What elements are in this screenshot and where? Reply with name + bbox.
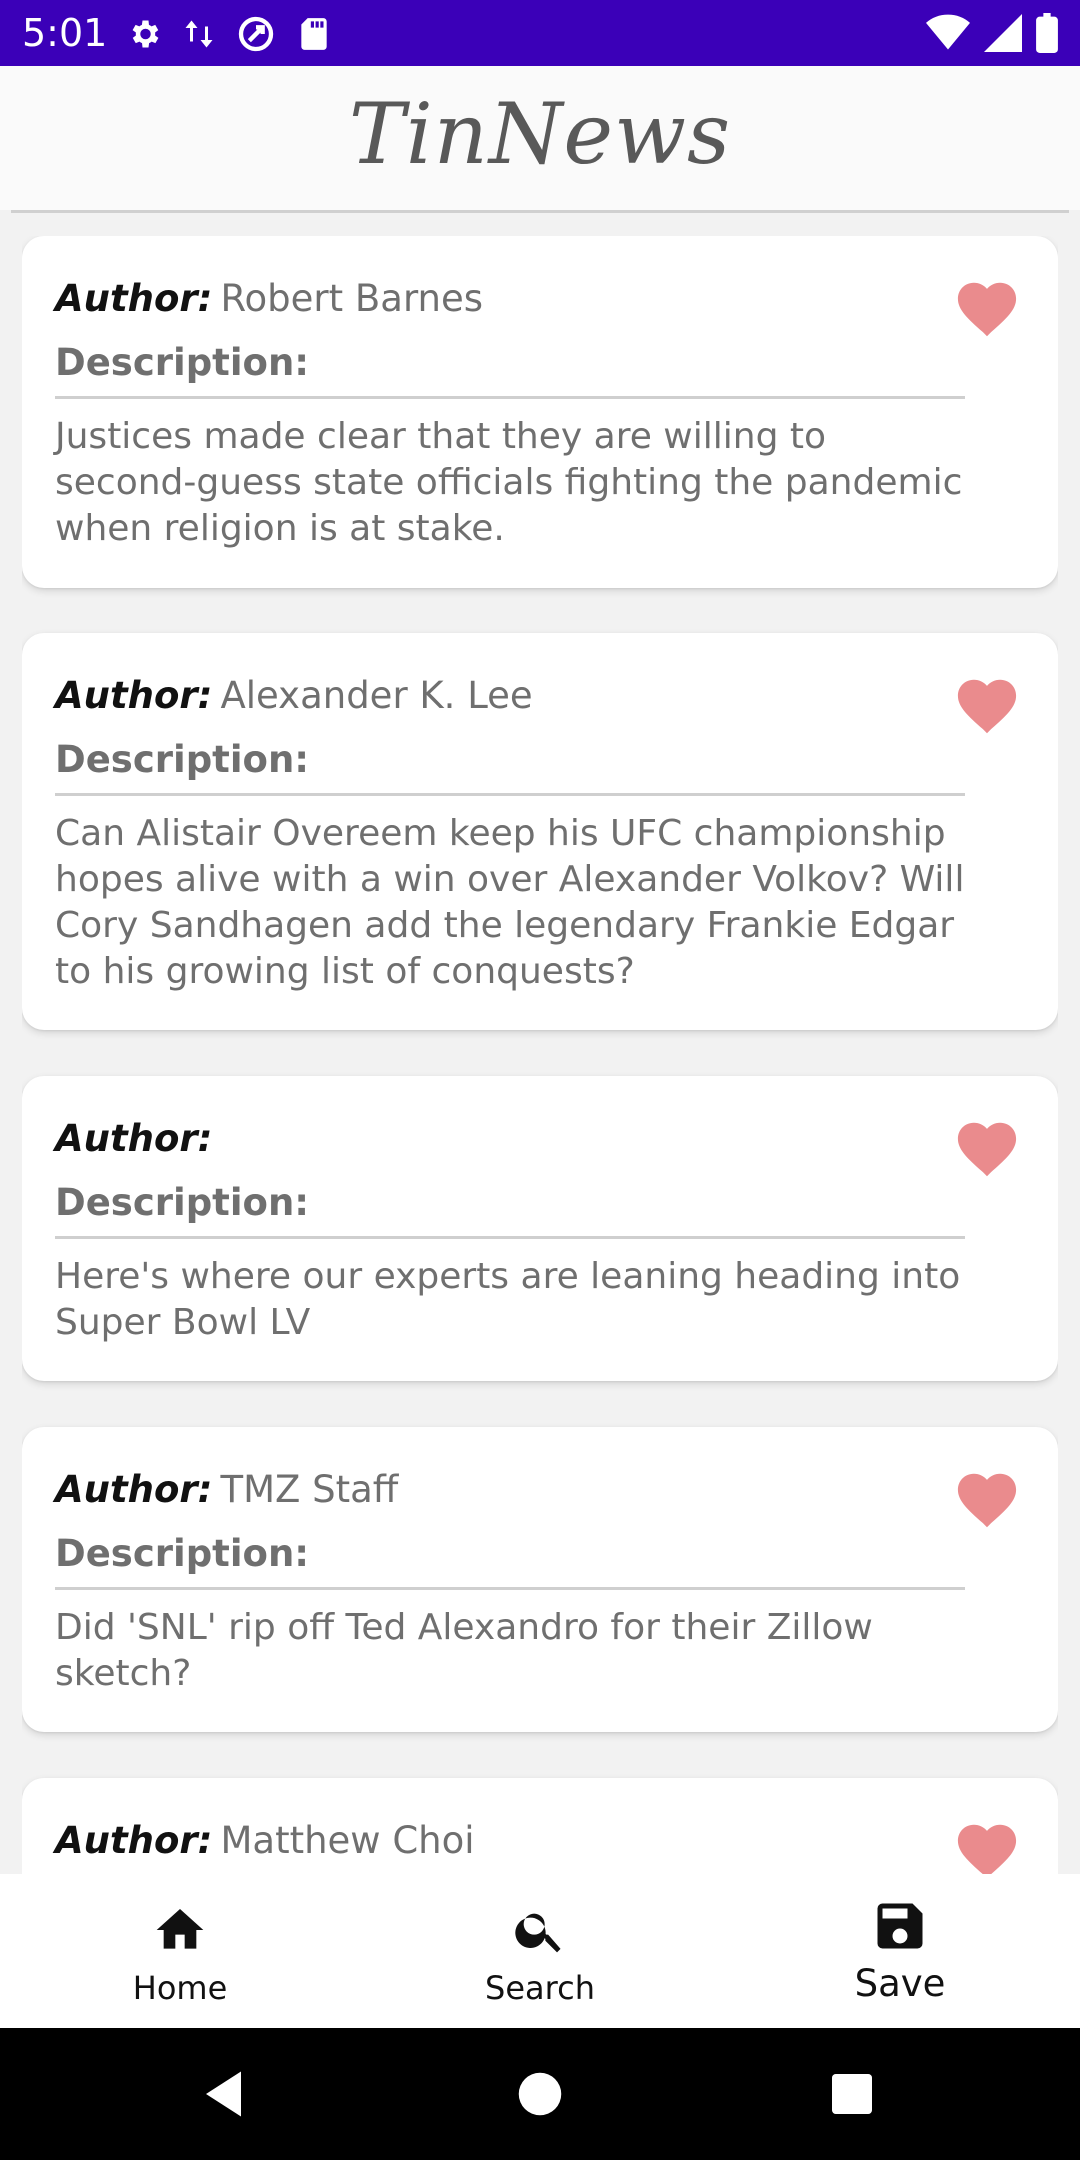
author-row: Author: Robert Barnes [55,276,483,322]
save-icon [720,1896,1080,1952]
author-label: Author: [55,674,213,717]
nav-save-label: Save [854,1962,946,2005]
description-text: Did 'SNL' rip off Ted Alexandro for thei… [55,1607,873,1694]
nav-search-label: Search [485,1969,595,2007]
vpn-icon [236,14,276,54]
author-label: Author: [55,277,213,320]
favorite-heart-icon[interactable] [952,274,1022,338]
home-icon [0,1902,360,1958]
status-time: 5:01 [22,11,108,55]
battery-icon [1036,13,1058,53]
author-label: Author: [55,1819,213,1862]
description-label: Description: [55,738,310,781]
recents-icon[interactable] [822,2064,882,2124]
author-row: Author: [55,1116,220,1162]
nav-search[interactable]: Search [360,1874,720,2028]
home-circle-icon[interactable] [510,2064,570,2124]
favorite-heart-icon[interactable] [952,1465,1022,1529]
news-card[interactable]: Author: Robert Barnes Description: Justic… [22,236,1058,588]
nav-home-label: Home [132,1969,228,2007]
status-icons-right [926,12,1058,54]
sd-card-icon [298,15,330,53]
news-card[interactable]: Author:Matthew Choi Description: [22,1778,1058,1874]
description-label: Description: [55,1532,310,1575]
data-transfer-icon [184,16,214,52]
card-divider [55,793,965,796]
status-bar: 5:01 [0,0,1080,66]
screen: 5:01 TinNews Author: Robert Barnes Descr… [0,0,1080,2160]
author-value: Matthew Choi [220,1819,475,1862]
news-card[interactable]: Author: Alexander K. Lee Description: Can… [22,633,1058,1030]
bottom-navigation: Home Search Save [0,1874,1080,2028]
author-label: Author: [55,1117,213,1160]
app-title: TinNews [348,85,732,183]
nav-home[interactable]: Home [0,1874,360,2028]
card-divider [55,1236,965,1239]
description-text: Can Alistair Overeem keep his UFC champi… [55,813,965,992]
status-icons-left [126,14,330,54]
author-value: Robert Barnes [220,277,483,320]
favorite-heart-icon[interactable] [952,1816,1022,1874]
wifi-icon [926,14,970,52]
settings-icon [126,16,162,52]
nav-save[interactable]: Save [720,1874,1080,2028]
favorite-heart-icon[interactable] [952,1114,1022,1178]
app-bar-divider [11,210,1069,213]
author-label: Author: [55,1468,213,1511]
news-feed[interactable]: Author: Robert Barnes Description: Justic… [22,236,1058,1874]
description-label: Description: [55,1181,310,1224]
signal-icon [984,14,1022,52]
search-icon [360,1902,720,1958]
system-navigation-bar [0,2028,1080,2160]
card-divider [55,396,965,399]
description-label: Description: [55,341,310,384]
card-divider [55,1587,965,1590]
news-card[interactable]: Author: TMZ Staff Description: Did 'SNL' … [22,1427,1058,1732]
news-card[interactable]: Author: Description: Here's where our ex… [22,1076,1058,1381]
back-icon[interactable] [196,2064,256,2124]
author-value: Alexander K. Lee [220,674,533,717]
author-row: Author: Matthew Choi [55,1818,475,1864]
description-text: Here's where our experts are leaning hea… [55,1256,961,1343]
author-row: Author: TMZ Staff [55,1467,398,1513]
favorite-heart-icon[interactable] [952,671,1022,735]
app-bar: TinNews [0,66,1080,210]
author-value: TMZ Staff [220,1468,399,1511]
description-text: Justices made clear that they are willin… [55,416,963,549]
author-row: Author: Alexander K. Lee [55,673,533,719]
